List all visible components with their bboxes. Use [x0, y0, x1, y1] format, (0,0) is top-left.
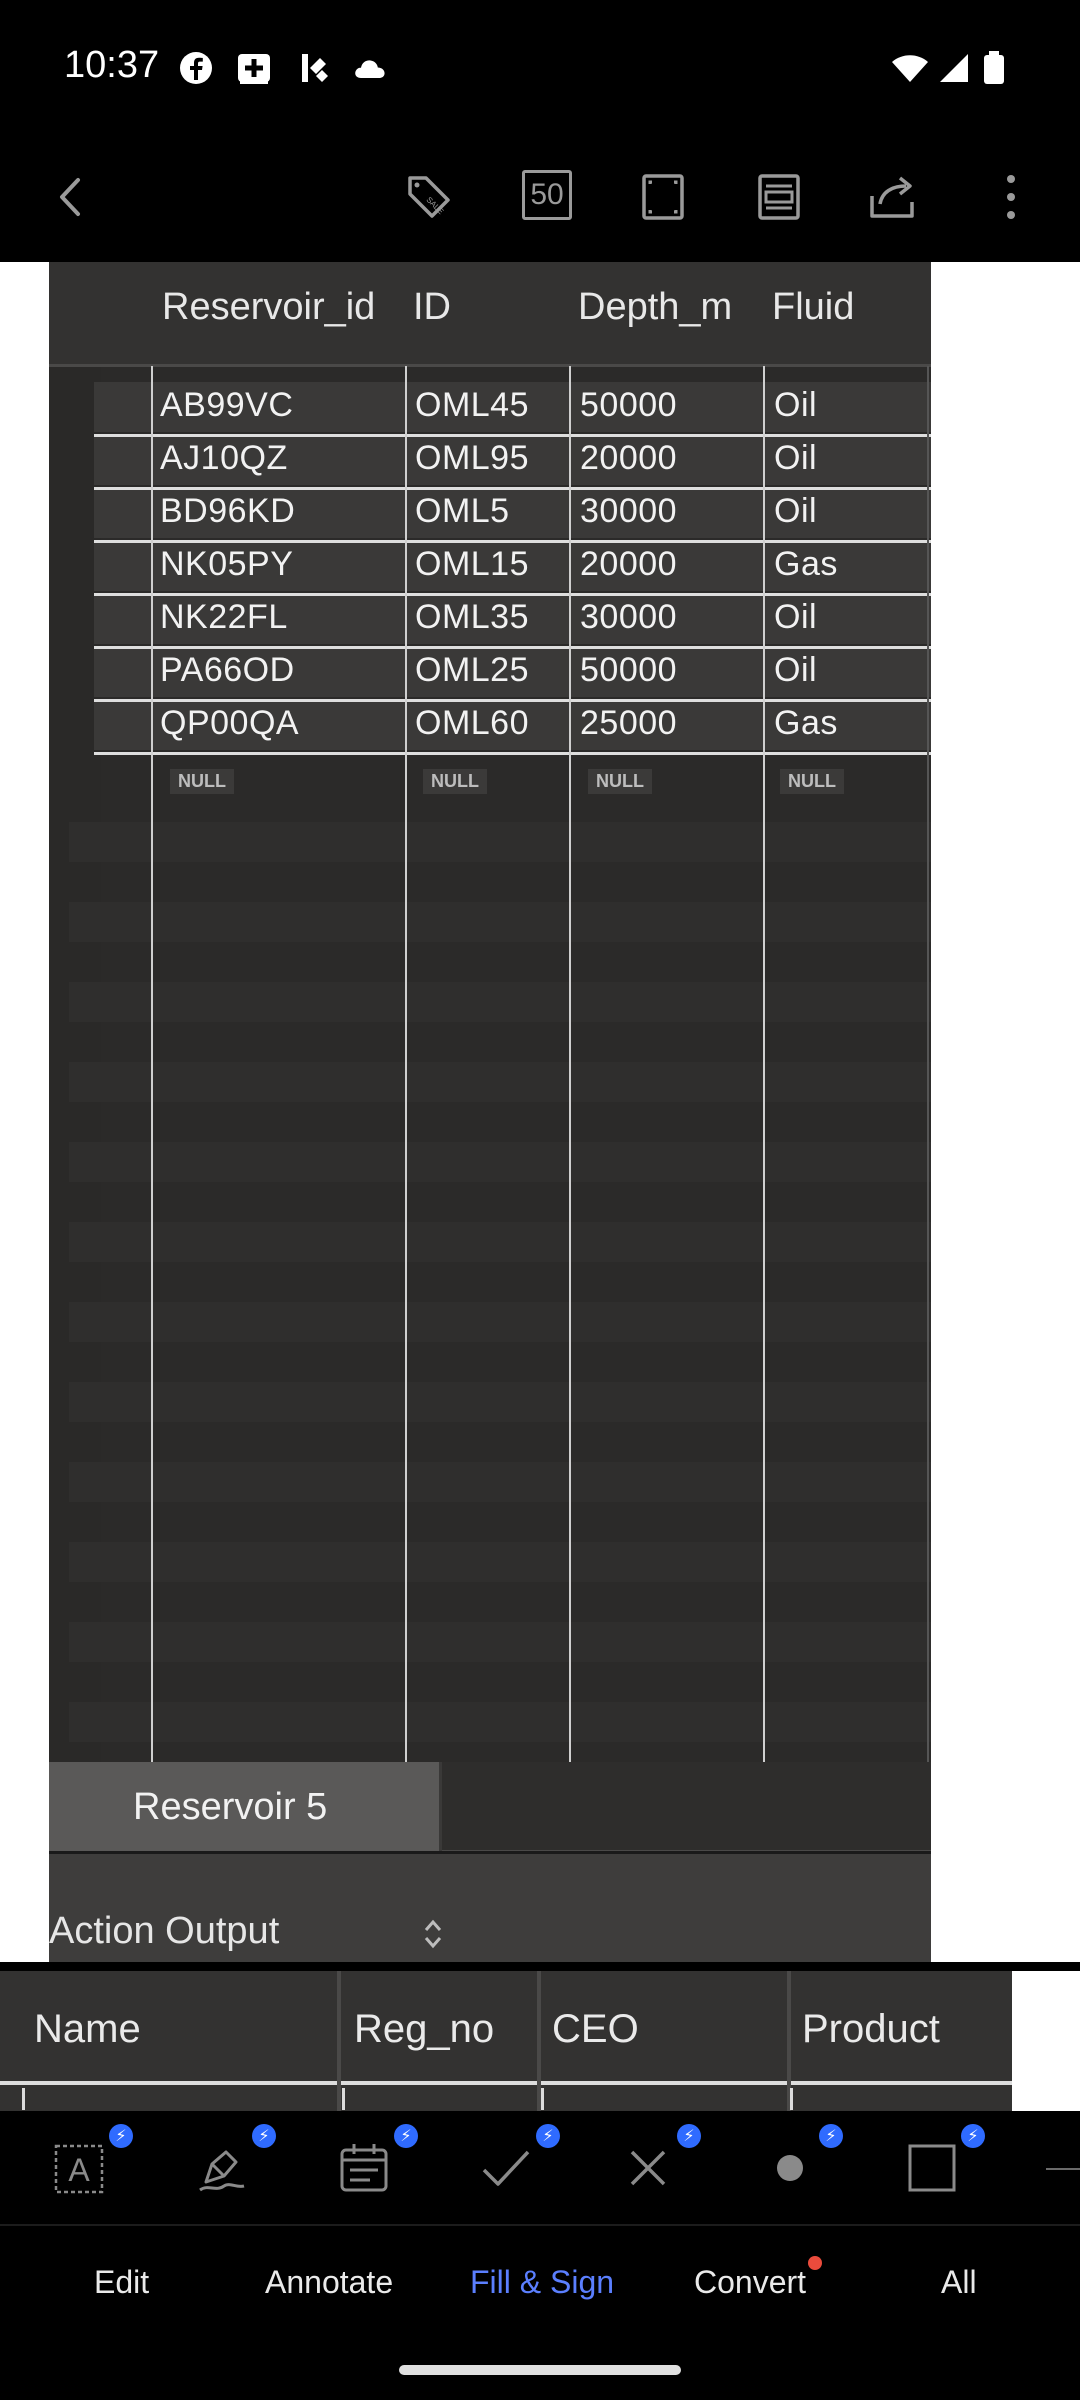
table-cell: Gas	[774, 704, 838, 742]
column-header: ID	[413, 286, 451, 328]
table-cell: NK22FL	[160, 598, 288, 636]
premium-badge-icon: ⚡	[394, 2124, 418, 2148]
back-icon[interactable]	[44, 170, 98, 224]
column-header: Product	[802, 2007, 940, 2051]
signal-icon	[940, 54, 968, 82]
reader-mode-icon[interactable]	[752, 170, 806, 224]
line-tool-icon[interactable]	[1046, 2168, 1080, 2170]
nav-edit[interactable]: Edit	[94, 2264, 149, 2301]
table-cell: OML35	[415, 598, 529, 636]
wifi-icon	[892, 55, 928, 82]
null-badge: NULL	[423, 769, 487, 794]
nav-all[interactable]: All	[941, 2264, 977, 2301]
premium-badge-icon: ⚡	[819, 2124, 843, 2148]
table-cell: Oil	[774, 492, 818, 530]
table-cell: AJ10QZ	[160, 439, 288, 477]
null-badge: NULL	[780, 769, 844, 794]
premium-badge-icon: ⚡	[109, 2124, 133, 2148]
null-badge: NULL	[588, 769, 652, 794]
checkmark-icon[interactable]	[476, 2138, 536, 2198]
column-header: Reservoir_id	[162, 286, 376, 328]
table-cell: AB99VC	[160, 386, 294, 424]
table-cell: Oil	[774, 386, 818, 424]
nav-annotate[interactable]: Annotate	[265, 2264, 393, 2301]
column-header: CEO	[552, 2007, 639, 2051]
status-time: 10:37	[64, 44, 160, 86]
table-cell: NK05PY	[160, 545, 294, 583]
table-cell: 30000	[580, 492, 678, 530]
tab-label: Reservoir 5	[133, 1786, 328, 1828]
table-cell: BD96KD	[160, 492, 296, 530]
table-cell: Oil	[774, 651, 818, 689]
column-header: Depth_m	[578, 286, 733, 328]
table-cell: 50000	[580, 651, 678, 689]
table-cell: 30000	[580, 598, 678, 636]
table-cell: 50000	[580, 386, 678, 424]
table-cell: 20000	[580, 439, 678, 477]
home-indicator[interactable]	[399, 2365, 681, 2375]
premium-badge-icon: ⚡	[536, 2124, 560, 2148]
facebook-icon	[180, 52, 212, 84]
table-cell: Oil	[774, 598, 818, 636]
svg-text:A: A	[68, 2152, 90, 2188]
sheet-tab-bar: Reservoir 5	[49, 1762, 931, 1852]
dot-icon[interactable]	[760, 2138, 820, 2198]
table-cell: QP00QA	[160, 704, 300, 742]
nav-convert[interactable]: Convert	[694, 2264, 806, 2301]
table-cell: OML5	[415, 492, 510, 530]
column-header: Name	[34, 2007, 141, 2051]
table-cell: Oil	[774, 439, 818, 477]
column-header: Fluid	[772, 286, 855, 328]
signature-pen-icon[interactable]	[192, 2138, 252, 2198]
premium-badge-icon: ⚡	[677, 2124, 701, 2148]
page-divider	[0, 1962, 1080, 1971]
action-output-label: Action Output	[49, 1910, 280, 1952]
database-screenshot: Reservoir_id ID Depth_m Fluid AB99VC OML…	[49, 262, 931, 1962]
column-header: Reg_no	[354, 2007, 495, 2051]
sale-tag-icon[interactable]: SALE	[402, 170, 456, 224]
page-count-icon[interactable]: 50	[522, 170, 572, 220]
null-badge: NULL	[170, 769, 234, 794]
battery-icon	[984, 51, 1004, 84]
table-cell: Gas	[774, 545, 838, 583]
tab-reservoir-5[interactable]: Reservoir 5	[49, 1762, 439, 1852]
fullscreen-icon[interactable]	[636, 170, 690, 224]
table-cell: 20000	[580, 545, 678, 583]
table-cell: OML60	[415, 704, 529, 742]
more-icon[interactable]	[984, 170, 1038, 224]
table-cell: OML15	[415, 545, 529, 583]
cross-icon[interactable]	[618, 2138, 678, 2198]
table-cell: 25000	[580, 704, 678, 742]
stepper-arrows-icon[interactable]	[421, 1916, 445, 1952]
cloud-icon	[355, 60, 385, 78]
premium-badge-icon: ⚡	[252, 2124, 276, 2148]
premium-badge-icon: ⚡	[961, 2124, 985, 2148]
rectangle-icon[interactable]	[902, 2138, 962, 2198]
date-icon[interactable]	[334, 2138, 394, 2198]
table-cell: OML45	[415, 386, 529, 424]
notification-dot	[808, 2256, 822, 2270]
kodi-icon	[302, 54, 328, 82]
table-cell: OML95	[415, 439, 529, 477]
table-cell: PA66OD	[160, 651, 295, 689]
share-icon[interactable]	[866, 170, 920, 224]
table-cell: OML25	[415, 651, 529, 689]
action-output-pane: Action Output	[49, 1854, 931, 1962]
plus-box-icon	[238, 54, 270, 84]
nav-fill-sign[interactable]: Fill & Sign	[470, 2264, 614, 2301]
text-box-icon[interactable]: A	[50, 2138, 110, 2198]
